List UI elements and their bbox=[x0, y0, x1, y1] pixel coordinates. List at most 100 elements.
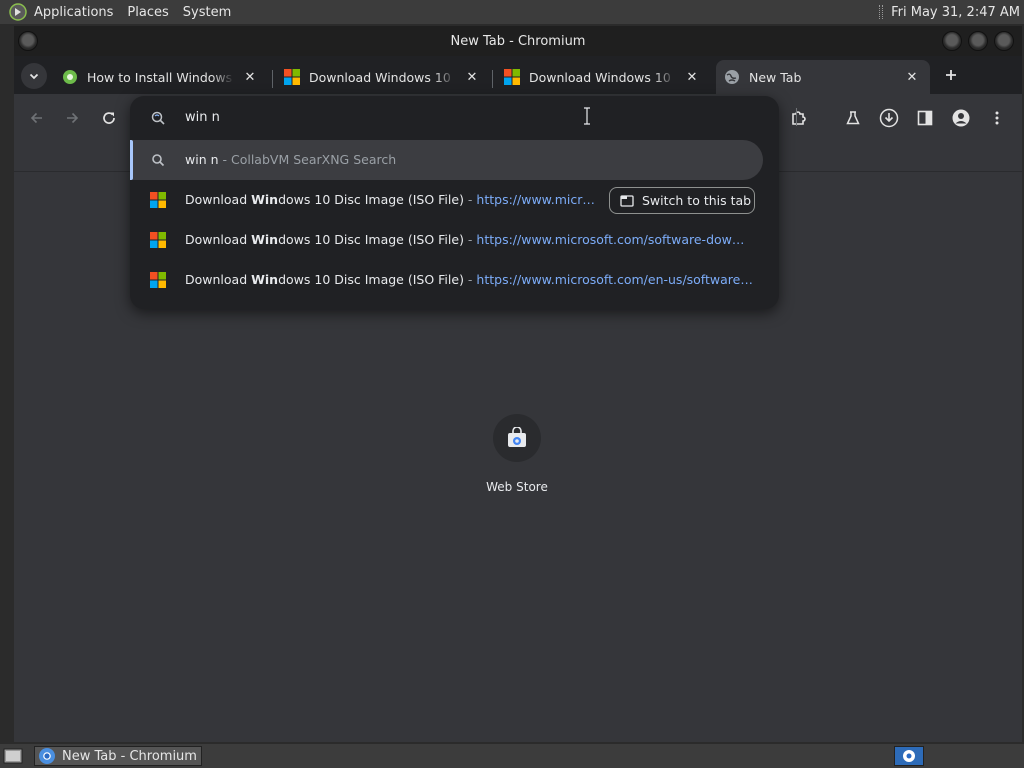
suggestion-provider: CollabVM SearXNG Search bbox=[230, 152, 397, 167]
tab-divider bbox=[492, 70, 493, 88]
window-menu-button[interactable] bbox=[18, 31, 38, 51]
show-desktop-icon[interactable] bbox=[3, 747, 23, 765]
taskbar-item-label: New Tab - Chromium bbox=[62, 748, 197, 764]
suggestion-title: dows 10 Disc Image (ISO File) bbox=[278, 192, 464, 207]
system-menu[interactable]: System bbox=[183, 5, 231, 20]
suggestion-text: win n - CollabVM SearXNG Search bbox=[185, 152, 396, 167]
forward-button[interactable] bbox=[60, 106, 84, 130]
avatar-icon bbox=[952, 109, 970, 127]
flask-icon bbox=[846, 111, 860, 125]
puzzle-icon bbox=[792, 111, 806, 125]
suggestion-search[interactable]: win n - CollabVM SearXNG Search bbox=[130, 140, 763, 180]
omnibox-dropdown: win n win n - CollabVM SearXNG Search Do… bbox=[130, 96, 779, 309]
suggestion-separator: - bbox=[463, 232, 477, 247]
tab-strip: How to Install Windows from ✕ Download W… bbox=[14, 56, 1022, 94]
suggestion-separator: - bbox=[463, 272, 477, 287]
taskbar-item-chromium[interactable]: New Tab - Chromium bbox=[34, 746, 202, 766]
microsoft-logo-icon bbox=[150, 272, 166, 288]
clock[interactable]: Fri May 31, 2:47 AM bbox=[891, 5, 1020, 20]
applications-menu[interactable]: Applications bbox=[34, 5, 113, 20]
search-engine-icon bbox=[151, 111, 165, 125]
close-icon[interactable]: ✕ bbox=[242, 69, 258, 85]
more-vert-icon bbox=[995, 111, 999, 125]
side-panel-icon bbox=[917, 110, 933, 126]
suggestion-url: https://www.microsoft.com/en-us/software… bbox=[476, 272, 753, 287]
suggestion-text: Download Windows 10 Disc Image (ISO File… bbox=[185, 272, 760, 287]
close-icon[interactable]: ✕ bbox=[684, 69, 700, 85]
suggestion-query: win n bbox=[185, 152, 219, 167]
chromium-tray-icon bbox=[903, 750, 915, 762]
new-tab-button[interactable] bbox=[940, 64, 962, 86]
suggestion-title: Download bbox=[185, 232, 252, 247]
suggestion-open-tab[interactable]: Download Windows 10 Disc Image (ISO File… bbox=[130, 180, 779, 220]
microsoft-logo-icon bbox=[284, 69, 300, 85]
suggestion-separator: - bbox=[463, 192, 477, 207]
suggestion-history-1[interactable]: Download Windows 10 Disc Image (ISO File… bbox=[130, 220, 779, 260]
arrow-right-icon bbox=[67, 112, 79, 124]
plus-icon bbox=[946, 70, 956, 80]
shortcut-label: Web Store bbox=[486, 480, 548, 494]
download-icon bbox=[879, 108, 899, 128]
close-icon[interactable]: ✕ bbox=[904, 69, 920, 85]
suggestion-title: dows 10 Disc Image (ISO File) bbox=[278, 272, 464, 287]
tab-title: Download Windows 10 Disc bbox=[529, 69, 676, 85]
suggestion-url: https://www.microsoft.com/software-dow… bbox=[476, 232, 745, 247]
toolbar-divider bbox=[796, 108, 797, 126]
suggestion-match: Win bbox=[251, 192, 279, 207]
text-cursor-icon bbox=[584, 107, 590, 125]
chevron-down-icon bbox=[29, 73, 39, 80]
minimize-button[interactable] bbox=[942, 31, 962, 51]
arrow-left-icon bbox=[30, 112, 42, 124]
shortcut-tile bbox=[493, 414, 541, 462]
bottom-panel: New Tab - Chromium bbox=[0, 744, 1024, 768]
search-icon bbox=[152, 154, 165, 167]
tab-new-tab[interactable]: New Tab ✕ bbox=[716, 60, 930, 94]
workspace-switcher[interactable] bbox=[894, 746, 924, 766]
labs-button[interactable] bbox=[841, 106, 865, 130]
microsoft-logo-icon bbox=[504, 69, 520, 85]
suggestion-history-2[interactable]: Download Windows 10 Disc Image (ISO File… bbox=[130, 260, 779, 300]
microsoft-logo-icon bbox=[150, 232, 166, 248]
suggestion-url: https://www.micr… bbox=[476, 192, 595, 207]
reload-button[interactable] bbox=[97, 106, 121, 130]
green-site-icon bbox=[63, 70, 77, 84]
tab-search-button[interactable] bbox=[21, 63, 47, 89]
reload-icon bbox=[103, 112, 115, 124]
distro-logo-icon[interactable] bbox=[8, 2, 28, 22]
tab-title: New Tab bbox=[749, 69, 802, 85]
close-icon[interactable]: ✕ bbox=[464, 69, 480, 85]
web-store-icon bbox=[508, 427, 526, 447]
omnibox-input[interactable]: win n bbox=[185, 110, 220, 125]
tab-how-to-install[interactable]: How to Install Windows from ✕ bbox=[54, 60, 268, 94]
window-title: New Tab - Chromium bbox=[450, 33, 586, 49]
extensions-button[interactable] bbox=[787, 106, 811, 130]
suggestion-separator: - bbox=[218, 152, 231, 167]
close-window-button[interactable] bbox=[994, 31, 1014, 51]
window-titlebar[interactable]: New Tab - Chromium bbox=[14, 26, 1022, 56]
maximize-button[interactable] bbox=[968, 31, 988, 51]
panel-grip bbox=[879, 5, 884, 19]
side-panel-button[interactable] bbox=[913, 106, 937, 130]
suggestion-match: Win bbox=[251, 272, 279, 287]
globe-icon bbox=[725, 70, 739, 84]
switch-to-tab-button[interactable]: Switch to this tab bbox=[609, 187, 755, 214]
menu-button[interactable] bbox=[985, 106, 1009, 130]
microsoft-logo-icon bbox=[150, 192, 166, 208]
chromium-icon bbox=[39, 748, 55, 764]
tab-download-windows-1[interactable]: Download Windows 10 Disc ✕ bbox=[276, 60, 490, 94]
profile-button[interactable] bbox=[949, 106, 973, 130]
suggestion-title: Download bbox=[185, 272, 252, 287]
suggestion-match: Win bbox=[251, 232, 279, 247]
tab-title: Download Windows 10 Disc bbox=[309, 69, 456, 85]
suggestion-title: Download bbox=[185, 192, 252, 207]
tab-switch-icon bbox=[620, 194, 634, 207]
tab-divider bbox=[272, 70, 273, 88]
shortcut-web-store[interactable]: Web Store bbox=[482, 414, 552, 494]
suggestion-title: dows 10 Disc Image (ISO File) bbox=[278, 232, 464, 247]
downloads-button[interactable] bbox=[877, 106, 901, 130]
suggestion-text: Download Windows 10 Disc Image (ISO File… bbox=[185, 192, 600, 207]
back-button[interactable] bbox=[25, 106, 49, 130]
tab-download-windows-2[interactable]: Download Windows 10 Disc ✕ bbox=[496, 60, 710, 94]
places-menu[interactable]: Places bbox=[127, 5, 168, 20]
omnibox-input-row[interactable]: win n bbox=[130, 96, 779, 140]
